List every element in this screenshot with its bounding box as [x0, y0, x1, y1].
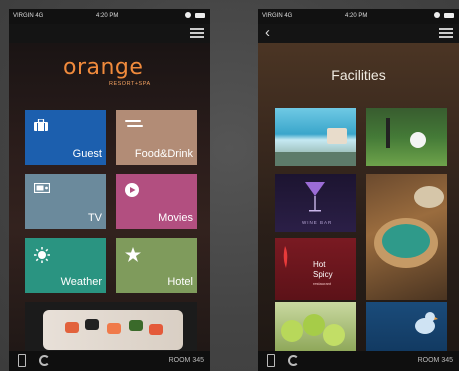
tile-guest[interactable]: Guest: [25, 110, 106, 165]
tile-food-drink[interactable]: Food&Drink: [116, 110, 197, 165]
footer-bar: ROOM 345: [9, 351, 210, 371]
facility-tile-golf[interactable]: [366, 108, 447, 166]
chili-pepper-icon: [283, 246, 288, 268]
sushi-piece: [65, 322, 79, 333]
tile-label: Hotel: [167, 276, 193, 288]
remote-icon[interactable]: [267, 354, 275, 367]
cabana-image: [327, 128, 347, 144]
golf-ball-image: [410, 132, 426, 148]
phone-facilities-screen: VIRGIN 4G 4:20 PM ‹ Facilities WINE BAR: [258, 9, 459, 371]
refresh-icon[interactable]: [39, 355, 50, 366]
hot-label: Hot: [313, 260, 326, 269]
room-number: ROOM 345: [168, 357, 204, 364]
remote-icon[interactable]: [18, 354, 26, 367]
spa-salt-image: [382, 224, 430, 258]
tile-label: Weather: [60, 276, 102, 288]
golf-club-image: [386, 118, 390, 148]
sushi-piece: [85, 319, 99, 330]
tv-icon: [34, 183, 50, 193]
logo-tagline: RESORT+SPA: [109, 81, 151, 87]
alarm-icon: [185, 12, 191, 18]
flower-image: [414, 186, 444, 208]
facility-tile-hot-spicy[interactable]: Hot Spicy restaurant: [275, 238, 356, 300]
spicy-label: Spicy: [313, 270, 333, 279]
tile-label: Movies: [158, 212, 193, 224]
logo-wordmark: orange: [63, 55, 144, 80]
wine-bar-label: WINE BAR: [302, 220, 333, 225]
apple-image: [281, 320, 303, 342]
apple-image: [323, 324, 345, 346]
navbar: ‹: [258, 24, 459, 43]
hamburger-menu-icon[interactable]: [190, 28, 204, 39]
status-bar: VIRGIN 4G 4:20 PM: [9, 9, 210, 24]
brand-logo: orange RESORT+SPA: [63, 55, 163, 91]
phone-home-screen: VIRGIN 4G 4:20 PM orange RESORT+SPA Gues…: [9, 9, 210, 371]
play-icon: [125, 183, 139, 197]
tile-weather[interactable]: Weather: [25, 238, 106, 293]
carrier-label: VIRGIN 4G: [13, 13, 44, 19]
tile-tv[interactable]: TV: [25, 174, 106, 229]
facility-tile-spa[interactable]: [366, 174, 447, 300]
facility-tile-fruit[interactable]: [275, 302, 356, 351]
carrier-label: VIRGIN 4G: [262, 13, 293, 19]
tile-hotel[interactable]: Hotel: [116, 238, 197, 293]
sushi-piece: [107, 323, 121, 334]
sushi-piece: [149, 324, 163, 335]
navbar: [9, 24, 210, 43]
refresh-icon[interactable]: [288, 355, 299, 366]
cocktail-glass-icon: [305, 182, 325, 212]
facility-tile-pool[interactable]: [275, 108, 356, 166]
bird-icon: [415, 312, 438, 334]
restaurant-label: restaurant: [313, 281, 332, 286]
status-bar: VIRGIN 4G 4:20 PM: [258, 9, 459, 24]
facility-tile-bird[interactable]: [366, 302, 447, 351]
clock: 4:20 PM: [96, 13, 119, 19]
facility-tile-wine-bar[interactable]: WINE BAR: [275, 174, 356, 232]
back-chevron-icon[interactable]: ‹: [265, 25, 270, 41]
battery-icon: [444, 13, 454, 18]
fork-knife-icon: [125, 120, 143, 127]
footer-bar: ROOM 345: [258, 351, 459, 371]
clock: 4:20 PM: [345, 13, 368, 19]
briefcase-icon: [34, 119, 48, 131]
hamburger-menu-icon[interactable]: [439, 28, 453, 39]
promo-image-sushi[interactable]: [25, 302, 197, 351]
alarm-icon: [434, 12, 440, 18]
battery-icon: [195, 13, 205, 18]
sushi-piece: [129, 320, 143, 331]
deck-image: [275, 152, 356, 166]
star-icon: [125, 247, 141, 262]
apple-image: [303, 314, 325, 336]
tile-movies[interactable]: Movies: [116, 174, 197, 229]
tile-label: Guest: [72, 148, 102, 160]
tile-label: Food&Drink: [134, 148, 193, 160]
sun-icon: [34, 247, 50, 263]
page-title: Facilities: [331, 67, 386, 83]
tile-label: TV: [87, 212, 102, 224]
room-number: ROOM 345: [417, 357, 453, 364]
